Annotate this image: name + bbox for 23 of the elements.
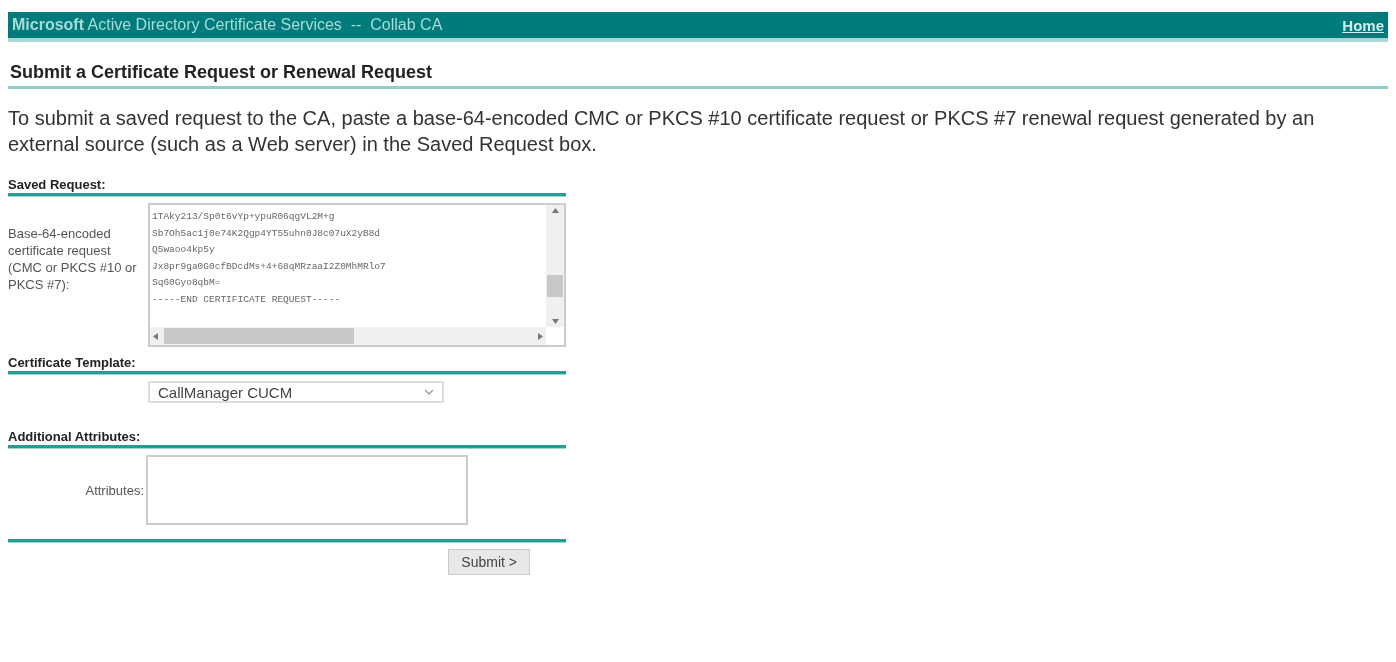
template-dropdown[interactable]: CallManager CUCM <box>148 381 444 403</box>
caret-icon <box>424 389 434 395</box>
attributes-field[interactable] <box>146 455 468 525</box>
request-field[interactable]: 1TAky213/Sp0t6vYp+ypuR06qgVL2M+g Sb7Oh5ac1j0e74K2Qgp4YT55uhn0J8c07uX2yB8d Q5waoo4kp5y Jx8pr9ga0G0cfBDcdMs+4+68qMRzaaI2Z0MhMRlo7 Sq60Gyo8qbM= -----END CERTIFICATE REQUEST----- <box>148 203 566 347</box>
left-arrow-icon <box>153 332 158 340</box>
scroll-thumb[interactable] <box>164 328 354 344</box>
page-title: Submit a Certificate Request or Renewal Request <box>8 62 1388 89</box>
horizontal-scrollbar[interactable] <box>150 327 546 345</box>
field-label: Base-64-encoded certificate request (CMC or PKCS #10 or PKCS #7): <box>8 225 138 293</box>
vertical-scrollbar[interactable] <box>546 205 564 327</box>
right-arrow-icon <box>538 332 543 340</box>
request-text: 1TAky213/Sp0t6vYp+ypuR06qgVL2M+g Sb7Oh5ac1j0e74K2Qgp4YT55uhn0J8c07uX2yB8d Q5waoo4kp5y Jx8pr9ga0G0cfBDcdMs+4+68qMRzaaI2Z0MhMRlo7 Sq60Gyo8qbM= -----END CERTIFICATE REQUEST----- <box>151 210 387 307</box>
section-heading: Additional Attributes: <box>8 429 142 444</box>
header-title: Microsoft Active Directory Certificate Services -- Collab CA <box>12 16 443 34</box>
section-heading: Certificate Template: <box>8 355 137 370</box>
section-heading: Saved Request: <box>8 177 107 192</box>
scroll-thumb[interactable] <box>547 275 563 297</box>
down-arrow-icon <box>551 319 559 324</box>
up-arrow-icon <box>551 208 559 213</box>
home-link[interactable]: Home <box>1342 16 1384 34</box>
intro-text: To submit a saved request to the CA, paste a base-64-encoded CMC or PKCS #10 certificate request or PKCS #7 renewal request generated by an external source (such as a Web server) in the Saved Request box. <box>8 106 1316 157</box>
submit-button[interactable]: Submit > <box>448 549 530 575</box>
field-label: Attributes: <box>84 481 145 499</box>
